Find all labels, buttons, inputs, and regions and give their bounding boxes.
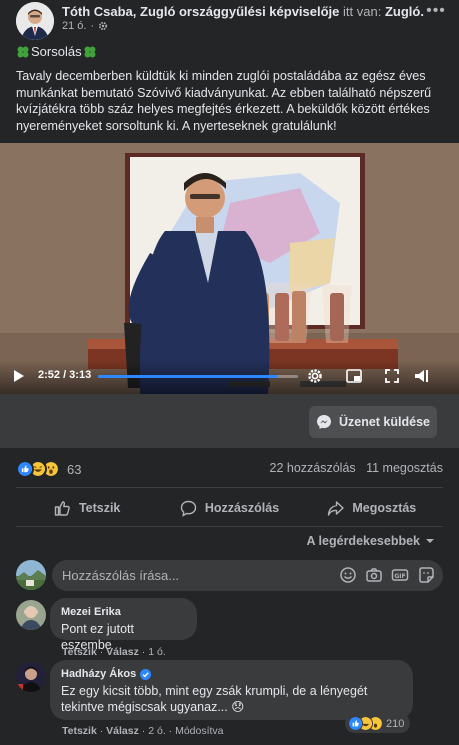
post-body: Tavaly decemberben küldtük ki minden zug… xyxy=(16,69,432,133)
post-header: Tóth Csaba, Zugló országgyűlési képvisel… xyxy=(16,0,446,40)
commenter-avatar[interactable] xyxy=(16,662,46,692)
comment-bubble: Hadházy Ákos Ez egy kicsit több, mint eg… xyxy=(50,660,413,720)
thumbs-up-icon xyxy=(54,500,70,516)
fullscreen-icon[interactable] xyxy=(383,367,401,385)
like-button[interactable]: Tetszik xyxy=(16,493,158,523)
like-label: Tetszik xyxy=(78,501,121,515)
comment-input[interactable]: Hozzászólás írása... GIF xyxy=(52,560,443,591)
post-title-text: Sorsolás xyxy=(31,44,82,59)
reaction-count: 63 xyxy=(67,461,82,477)
comment-edited-label[interactable]: Módosítva xyxy=(175,725,223,737)
clover-icon xyxy=(84,46,96,57)
comment-sort-label: A legérdekesebbek xyxy=(306,534,420,548)
like-reaction-icon xyxy=(348,716,363,731)
comment-bubble-icon xyxy=(180,500,197,517)
share-label: Megosztás xyxy=(352,501,417,515)
comment-button[interactable]: Hozzászólás xyxy=(158,493,300,523)
reactions-summary[interactable]: 63 xyxy=(16,458,81,480)
video-player[interactable]: 2:52 / 3:13 xyxy=(0,143,459,394)
message-strip: Üzenet küldése xyxy=(0,394,459,448)
send-message-button[interactable]: Üzenet küldése xyxy=(309,406,437,438)
share-arrow-icon xyxy=(328,500,345,516)
share-button[interactable]: Megosztás xyxy=(301,493,443,523)
location-link[interactable]: Zugló xyxy=(385,4,420,19)
comment-bubble: Mezei Erika Pont ez jutott eszembe xyxy=(50,598,197,652)
location-prefix: itt van: xyxy=(343,4,382,19)
volume-icon[interactable] xyxy=(413,367,431,385)
video-progress-track[interactable] xyxy=(98,375,298,378)
comment-like-link[interactable]: Tetszik xyxy=(62,725,97,737)
settings-gear-icon[interactable] xyxy=(306,367,324,385)
chevron-down-icon xyxy=(426,539,434,543)
messenger-icon xyxy=(316,415,331,429)
video-progress-fill xyxy=(98,375,278,378)
verified-badge-icon xyxy=(140,668,152,680)
comment-time[interactable]: 2 ó. xyxy=(148,725,166,737)
commenter-avatar[interactable] xyxy=(16,600,46,630)
comment-sort-dropdown[interactable]: A legérdekesebbek xyxy=(307,534,435,548)
divider xyxy=(16,526,443,527)
post-time[interactable]: 21 ó. xyxy=(62,20,86,32)
send-message-label: Üzenet küldése xyxy=(338,415,430,429)
comment-label: Hozzászólás xyxy=(204,501,280,515)
emoji-icon[interactable] xyxy=(339,566,357,584)
privacy-gear-icon xyxy=(99,21,108,31)
comment-time[interactable]: 1 ó. xyxy=(148,646,166,658)
picture-in-picture-icon[interactable] xyxy=(345,367,363,385)
comment-meta: Tetszik · Válasz · 2 ó. · Módosítva xyxy=(62,725,224,737)
author-name[interactable]: Tóth Csaba, Zugló országgyűlési képvisel… xyxy=(62,4,339,19)
author-line: Tóth Csaba, Zugló országgyűlési képvisel… xyxy=(62,4,424,19)
comment-input-placeholder: Hozzászólás írása... xyxy=(62,568,180,583)
comment-like-link[interactable]: Tetszik xyxy=(62,646,97,658)
like-reaction-icon xyxy=(16,460,34,478)
clover-icon xyxy=(17,46,29,57)
comment-reply-link[interactable]: Válasz xyxy=(106,646,139,658)
post-actions: Tetszik Hozzászólás Megosztás xyxy=(16,493,443,523)
shares-count[interactable]: 11 megosztás xyxy=(366,461,443,475)
comments-count[interactable]: 22 hozzászólás xyxy=(270,461,356,475)
comment-meta: Tetszik · Válasz · 1 ó. xyxy=(62,646,166,658)
feed-post: Tóth Csaba, Zugló országgyűlési képvisel… xyxy=(0,0,459,745)
play-icon[interactable] xyxy=(14,370,24,382)
comment-reply-link[interactable]: Válasz xyxy=(106,725,139,737)
camera-icon[interactable] xyxy=(365,566,383,584)
current-user-avatar[interactable] xyxy=(16,560,46,590)
video-frame xyxy=(0,143,459,394)
commenter-name[interactable]: Hadházy Ákos xyxy=(61,667,136,681)
author-avatar[interactable] xyxy=(16,2,54,40)
gif-icon[interactable]: GIF xyxy=(391,566,409,584)
post-time-row: 21 ó. · xyxy=(62,20,108,32)
more-options-icon[interactable]: ••• xyxy=(426,3,446,24)
commenter-name[interactable]: Mezei Erika xyxy=(61,605,121,619)
composer-tools: GIF xyxy=(339,566,435,584)
comment-reaction-count: 210 xyxy=(386,717,405,730)
comment-text: Ez egy kicsit több, mint egy zsák krumpl… xyxy=(61,684,368,714)
comment-reactions[interactable]: 210 xyxy=(345,714,411,733)
divider xyxy=(16,487,443,488)
video-time: 2:52 / 3:13 xyxy=(38,369,92,381)
sticker-icon[interactable] xyxy=(417,566,435,584)
post-title: Sorsolás xyxy=(16,44,97,59)
svg-text:GIF: GIF xyxy=(394,573,405,580)
post-stats: 22 hozzászólás 11 megosztás xyxy=(270,461,444,475)
